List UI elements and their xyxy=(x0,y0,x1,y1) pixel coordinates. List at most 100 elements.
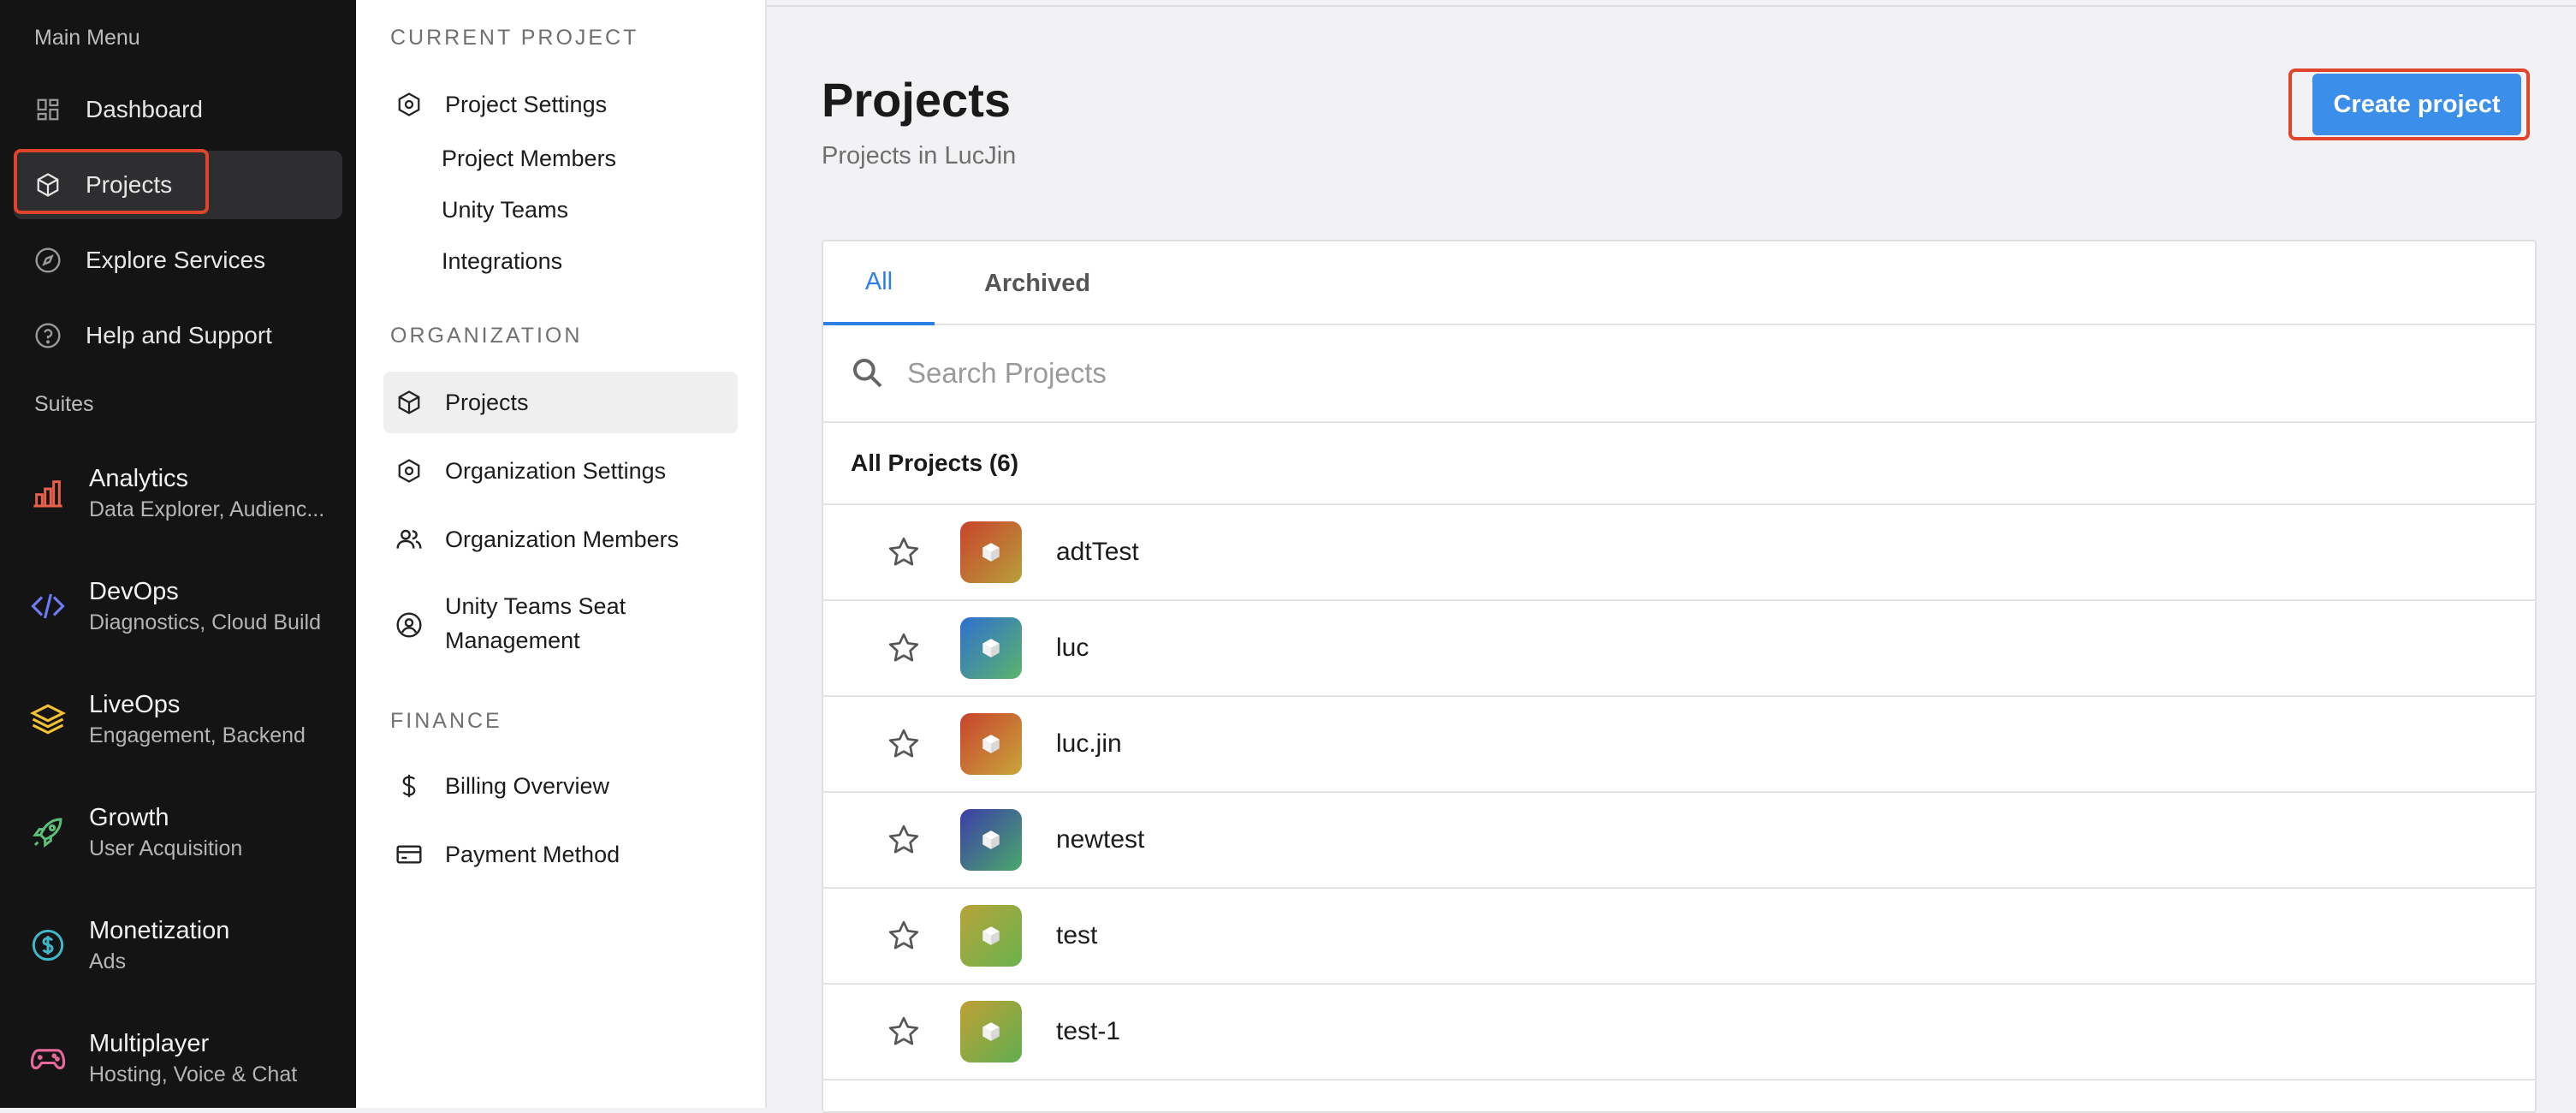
organization-members-link[interactable]: Organization Members xyxy=(383,509,738,570)
project-row[interactable]: newtest xyxy=(823,793,2535,889)
suite-title: Analytics xyxy=(89,465,189,492)
cube-icon xyxy=(394,387,424,418)
search-bar xyxy=(823,325,2535,423)
payment-method-label: Payment Method xyxy=(445,841,620,867)
star-icon[interactable] xyxy=(885,821,923,859)
hexagon-settings-icon xyxy=(394,89,424,120)
main-menu-sidebar: Main Menu Dashboard Projects Explore Ser… xyxy=(0,0,356,1108)
main-menu-title: Main Menu xyxy=(34,26,140,50)
organization-members-label: Organization Members xyxy=(445,526,680,552)
list-heading: All Projects (6) xyxy=(823,423,2535,505)
suite-devops[interactable]: DevOps Diagnostics, Cloud Build xyxy=(0,555,356,658)
suite-growth[interactable]: Growth User Acquisition xyxy=(0,781,356,884)
nav-item-label: Projects xyxy=(86,171,173,198)
suite-title: DevOps xyxy=(89,578,179,605)
suite-title: LiveOps xyxy=(89,691,181,718)
org-projects-link[interactable]: Projects xyxy=(383,372,738,433)
project-row[interactable]: adtTest xyxy=(823,505,2535,601)
project-settings-link[interactable]: Project Settings xyxy=(383,74,738,135)
project-name[interactable]: adtTest xyxy=(1056,538,1139,567)
suite-subtitle: Engagement, Backend xyxy=(89,723,306,747)
main-content: Projects Projects in LucJin Create proje… xyxy=(767,0,2576,1113)
nav-item-projects[interactable]: Projects xyxy=(14,151,342,219)
star-icon[interactable] xyxy=(885,725,923,763)
suite-analytics[interactable]: Analytics Data Explorer, Audienc... xyxy=(0,442,356,545)
help-icon xyxy=(31,318,65,353)
nav-item-label: Help and Support xyxy=(86,322,272,348)
project-row[interactable]: luc xyxy=(823,601,2535,697)
suite-subtitle: Ads xyxy=(89,949,127,973)
project-cube-icon xyxy=(960,809,1022,871)
project-name[interactable]: test xyxy=(1056,921,1097,950)
project-name[interactable]: luc xyxy=(1056,634,1089,663)
seat-management-line2: Management xyxy=(445,628,580,653)
payment-method-link[interactable]: Payment Method xyxy=(383,824,738,885)
star-icon[interactable] xyxy=(885,917,923,955)
unity-teams-link[interactable]: Unity Teams xyxy=(442,197,568,223)
project-cube-icon xyxy=(960,617,1022,679)
project-cube-icon xyxy=(960,1001,1022,1062)
star-icon[interactable] xyxy=(885,1013,923,1051)
dollar-circle-icon xyxy=(27,925,68,966)
billing-overview-label: Billing Overview xyxy=(445,772,610,799)
tab-all[interactable]: All xyxy=(823,241,935,325)
project-members-link[interactable]: Project Members xyxy=(442,146,616,172)
nav-item-label: Dashboard xyxy=(86,96,203,122)
project-name[interactable]: newtest xyxy=(1056,825,1144,854)
users-icon xyxy=(394,524,424,555)
suite-title: Monetization xyxy=(89,917,230,944)
hexagon-settings-icon xyxy=(394,455,424,486)
project-row[interactable]: test-1 xyxy=(823,985,2535,1080)
bar-chart-icon xyxy=(27,473,68,514)
dollar-icon xyxy=(394,771,424,801)
gamepad-icon xyxy=(27,1038,68,1079)
project-cube-icon xyxy=(960,905,1022,967)
suite-multiplayer[interactable]: Multiplayer Hosting, Voice & Chat xyxy=(0,1007,356,1110)
nav-item-explore-services[interactable]: Explore Services xyxy=(14,226,342,295)
suite-subtitle: Diagnostics, Cloud Build xyxy=(89,610,321,634)
search-input[interactable] xyxy=(905,356,2446,390)
current-project-heading: CURRENT PROJECT xyxy=(390,26,639,50)
project-name[interactable]: test-1 xyxy=(1056,1017,1120,1046)
star-icon[interactable] xyxy=(885,533,923,571)
suite-subtitle: Hosting, Voice & Chat xyxy=(89,1062,298,1086)
page-subtitle: Projects in LucJin xyxy=(822,142,1017,170)
top-divider xyxy=(767,0,2576,7)
organization-settings-link[interactable]: Organization Settings xyxy=(383,440,738,502)
unity-teams-seat-management-link[interactable]: Unity Teams Seat Management xyxy=(383,589,738,671)
project-row[interactable]: luc.jin xyxy=(823,697,2535,793)
projects-card: All Archived All Projects (6) adtTest luc… xyxy=(822,240,2537,1113)
rocket-icon xyxy=(27,812,68,853)
secondary-sidebar: CURRENT PROJECT Project Settings Project… xyxy=(356,0,767,1108)
project-name[interactable]: luc.jin xyxy=(1056,729,1122,759)
suite-monetization[interactable]: Monetization Ads xyxy=(0,894,356,997)
organization-settings-label: Organization Settings xyxy=(445,457,667,484)
dashboard-icon xyxy=(31,92,65,127)
suites-title: Suites xyxy=(34,392,94,416)
project-row[interactable]: test xyxy=(823,889,2535,985)
star-icon[interactable] xyxy=(885,629,923,667)
suite-subtitle: User Acquisition xyxy=(89,836,243,860)
code-icon xyxy=(27,586,68,627)
create-project-button[interactable]: Create project xyxy=(2312,74,2521,135)
integrations-link[interactable]: Integrations xyxy=(442,248,562,275)
user-circle-icon xyxy=(394,610,424,640)
tab-archived[interactable]: Archived xyxy=(960,241,1114,325)
tab-bar: All Archived xyxy=(823,241,2535,325)
suite-liveops[interactable]: LiveOps Engagement, Backend xyxy=(0,668,356,771)
suite-title: Growth xyxy=(89,804,169,831)
project-cube-icon xyxy=(960,521,1022,583)
billing-overview-link[interactable]: Billing Overview xyxy=(383,755,738,817)
seat-management-line1: Unity Teams Seat xyxy=(445,593,626,619)
compass-icon xyxy=(31,243,65,277)
page-title: Projects xyxy=(822,73,1011,127)
project-cube-icon xyxy=(960,713,1022,775)
nav-item-dashboard[interactable]: Dashboard xyxy=(14,75,342,144)
nav-item-label: Explore Services xyxy=(86,247,266,273)
finance-heading: FINANCE xyxy=(390,709,502,733)
cube-icon xyxy=(31,168,65,202)
project-settings-label: Project Settings xyxy=(445,91,608,117)
credit-card-icon xyxy=(394,839,424,870)
nav-item-help-and-support[interactable]: Help and Support xyxy=(14,301,342,370)
organization-heading: ORGANIZATION xyxy=(390,324,583,348)
